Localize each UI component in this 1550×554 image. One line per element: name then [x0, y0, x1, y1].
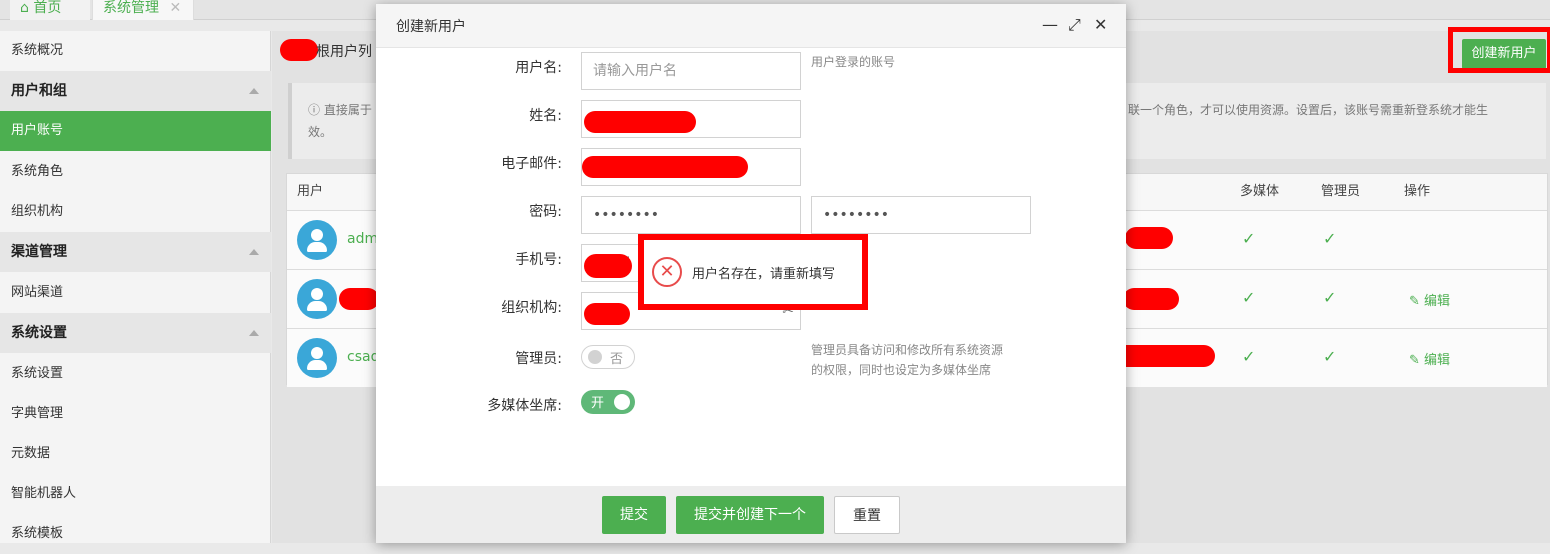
caret-up-icon [249, 88, 259, 94]
sidebar-group-users[interactable]: 用户和组 [0, 71, 271, 111]
toggle-knob [588, 350, 602, 364]
minimize-icon[interactable]: — [1042, 15, 1058, 34]
sidebar-item-roles[interactable]: 系统角色 [0, 152, 271, 192]
media-toggle[interactable]: 开 [581, 390, 635, 414]
media-label: 多媒体坐席: [487, 398, 562, 414]
highlight-box [1448, 27, 1550, 73]
dialog-footer: 提交 提交并创建下一个 重置 [376, 486, 1126, 543]
sidebar-item-overview[interactable]: 系统概况 [0, 31, 271, 71]
col-user: 用户 [297, 184, 324, 199]
info-text-right: 联一个角色，才可以使用资源。设置后，该账号需重新登系统才能生 [1128, 103, 1489, 117]
info-text-left: 直接属于 [323, 103, 372, 117]
close-icon[interactable]: ✕ [1094, 15, 1107, 34]
check-icon: ✓ [1323, 288, 1337, 307]
username-help: 用户登录的账号 [811, 55, 896, 69]
sidebar-group-settings[interactable]: 系统设置 [0, 313, 271, 353]
edit-label: 编辑 [1424, 353, 1451, 368]
tab-system-management[interactable]: 系统管理 ✕ [92, 0, 194, 20]
caret-up-icon [249, 249, 259, 255]
password-input[interactable]: •••••••• [581, 196, 801, 234]
close-icon[interactable]: ✕ [169, 0, 181, 16]
fullname-label: 姓名: [529, 108, 562, 124]
check-icon: ✓ [1323, 229, 1337, 248]
caret-up-icon [249, 330, 259, 336]
sidebar-item-templates[interactable]: 系统模板 [0, 514, 271, 554]
redaction [1125, 227, 1173, 249]
user-name-link[interactable]: adm [347, 231, 378, 247]
avatar [297, 279, 337, 319]
sidebar-group-label: 用户和组 [11, 83, 67, 99]
password-label: 密码: [529, 204, 562, 220]
toggle-knob [614, 394, 630, 410]
avatar [297, 338, 337, 378]
breadcrumb: 根用户列 [316, 44, 372, 60]
dialog-title: 创建新用户 [396, 19, 466, 35]
check-icon: ✓ [1242, 229, 1256, 248]
check-icon: ✓ [1323, 347, 1337, 366]
col-admin: 管理员 [1321, 184, 1361, 199]
reset-button[interactable]: 重置 [834, 496, 900, 534]
pencil-icon: ✎ [1409, 294, 1420, 309]
tab-home[interactable]: ⌂ 首页 [10, 0, 90, 20]
username-label: 用户名: [515, 60, 562, 76]
sidebar: 系统概况 用户和组 用户账号 系统角色 组织机构 渠道管理 网站渠道 系统设置 … [0, 31, 271, 543]
username-input[interactable]: 请输入用户名 [581, 52, 801, 90]
user-name-link[interactable]: csad [347, 349, 379, 365]
sidebar-item-robot[interactable]: 智能机器人 [0, 474, 271, 514]
redaction [1123, 288, 1179, 310]
submit-next-button[interactable]: 提交并创建下一个 [676, 496, 824, 534]
edit-link[interactable]: ✎ 编辑 [1409, 349, 1450, 368]
edit-label: 编辑 [1424, 294, 1451, 309]
sidebar-item-web-channel[interactable]: 网站渠道 [0, 273, 271, 313]
email-input[interactable] [581, 148, 801, 186]
phone-label: 手机号: [515, 252, 562, 268]
tab-system-label: 系统管理 [103, 0, 159, 16]
tab-home-label: 首页 [33, 0, 62, 16]
redaction [1113, 345, 1215, 367]
redaction [582, 156, 748, 178]
sidebar-group-label: 系统设置 [11, 325, 67, 341]
error-toast-body: ✕ 用户名存在，请重新填写 [650, 246, 856, 298]
sidebar-item-dictionary[interactable]: 字典管理 [0, 394, 271, 434]
org-label: 组织机构: [501, 300, 562, 316]
pencil-icon: ✎ [1409, 353, 1420, 368]
password-confirm-input[interactable]: •••••••• [811, 196, 1031, 234]
sidebar-item-organization[interactable]: 组织机构 [0, 192, 271, 232]
home-icon: ⌂ [20, 0, 29, 16]
check-icon: ✓ [1242, 347, 1256, 366]
info-icon: ⓘ [308, 103, 321, 117]
fullname-input[interactable] [581, 100, 801, 138]
sidebar-item-user-accounts[interactable]: 用户账号 [0, 111, 271, 151]
redaction [339, 288, 379, 310]
error-x-icon: ✕ [652, 257, 682, 287]
redaction [584, 303, 630, 325]
email-label: 电子邮件: [501, 156, 562, 172]
admin-toggle[interactable]: 否 [581, 345, 635, 369]
redaction [280, 39, 318, 61]
col-ops: 操作 [1404, 184, 1431, 199]
maximize-icon[interactable]: ⤢ [1068, 15, 1081, 35]
redaction [584, 111, 696, 133]
admin-help-line2: 的权限，同时也设定为多媒体坐席 [811, 363, 992, 377]
dialog-header: 创建新用户 — ⤢ ✕ [376, 4, 1126, 48]
check-icon: ✓ [1242, 288, 1256, 307]
sidebar-group-label: 渠道管理 [11, 244, 67, 260]
edit-link[interactable]: ✎ 编辑 [1409, 290, 1450, 309]
sidebar-group-channels[interactable]: 渠道管理 [0, 232, 271, 272]
error-message: 用户名存在，请重新填写 [692, 267, 836, 282]
sidebar-item-system-settings[interactable]: 系统设置 [0, 354, 271, 394]
admin-toggle-label: 否 [610, 352, 624, 367]
admin-help-line1: 管理员具备访问和修改所有系统资源 [811, 343, 1004, 357]
media-toggle-label: 开 [591, 396, 605, 411]
redaction [584, 254, 632, 278]
avatar [297, 220, 337, 260]
submit-button[interactable]: 提交 [602, 496, 666, 534]
admin-label: 管理员: [515, 351, 562, 367]
sidebar-item-metadata[interactable]: 元数据 [0, 434, 271, 474]
error-toast: ✕ 用户名存在，请重新填写 [638, 234, 868, 310]
col-media: 多媒体 [1240, 184, 1280, 199]
